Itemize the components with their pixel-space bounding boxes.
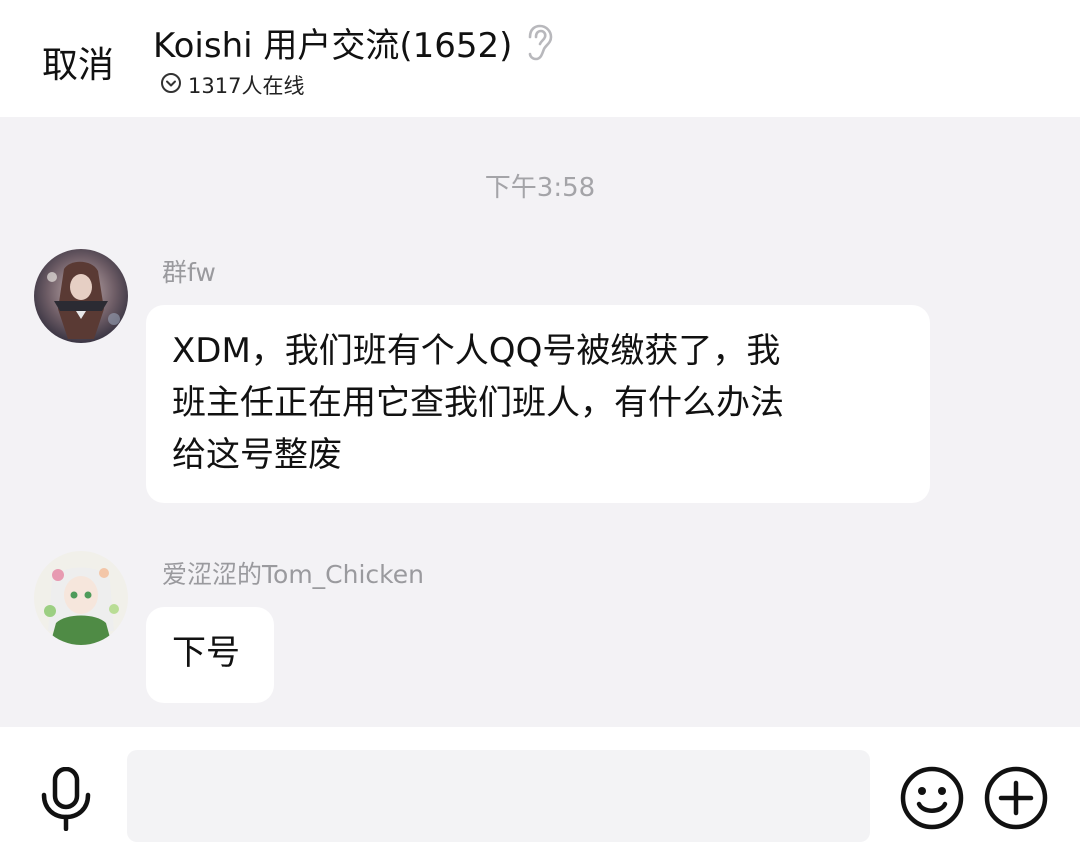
message-text-line: 班主任正在用它查我们班人，有什么办法	[172, 383, 784, 423]
online-count-text: 1317人在线	[188, 74, 305, 98]
message-text-line: 给这号整废	[172, 435, 342, 475]
message-input[interactable]	[127, 750, 870, 842]
chevron-down-circle-icon	[160, 72, 182, 98]
microphone-icon[interactable]	[38, 766, 94, 859]
sender-name[interactable]: 爱涩涩的Tom_Chicken	[162, 555, 424, 591]
sender-name[interactable]: 群fw	[162, 253, 216, 289]
group-title: Koishi 用户交流(1652)	[153, 26, 513, 66]
cancel-button[interactable]: 取消	[42, 36, 114, 88]
message-list[interactable]: 下午3:58 群fw XDM，我们班有个人QQ号被缴获了，我 班主任正在用它查我…	[0, 117, 1080, 727]
message-timestamp: 下午3:58	[484, 173, 596, 203]
online-status[interactable]: 1317人在线	[160, 70, 304, 100]
input-bar	[0, 727, 1080, 867]
ear-icon[interactable]	[524, 24, 554, 62]
emoji-icon[interactable]	[899, 765, 965, 831]
chat-header: 取消 Koishi 用户交流(1652) 1317人在线	[0, 0, 1080, 117]
message-bubble[interactable]: XDM，我们班有个人QQ号被缴获了，我 班主任正在用它查我们班人，有什么办法 给…	[146, 305, 930, 503]
message-text-line: XDM，我们班有个人QQ号被缴获了，我	[172, 331, 781, 371]
message-bubble[interactable]: 下号	[146, 607, 274, 703]
avatar[interactable]	[34, 551, 128, 645]
avatar[interactable]	[34, 249, 128, 343]
title-row[interactable]: Koishi 用户交流(1652)	[153, 18, 554, 67]
message-text-line: 下号	[172, 633, 240, 673]
plus-icon[interactable]	[983, 765, 1049, 831]
